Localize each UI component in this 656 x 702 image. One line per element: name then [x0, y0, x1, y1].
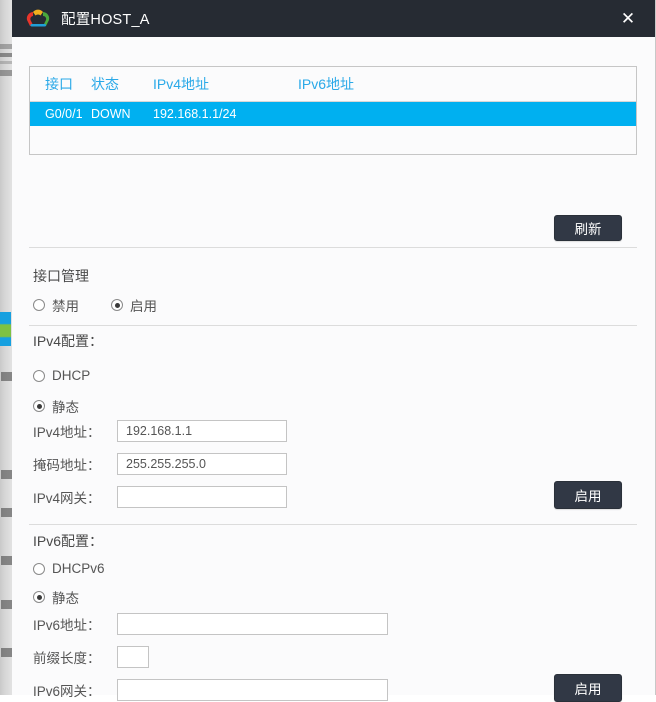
ipv6-gateway-row: IPv6网关： — [33, 679, 388, 701]
background-text-fragment — [0, 61, 12, 64]
background-text-fragment — [0, 53, 12, 57]
ipv6-prefix-length-input[interactable] — [117, 646, 149, 668]
column-header-interface: 接口 — [45, 76, 73, 92]
ipv4-address-label: IPv4地址： — [33, 425, 101, 440]
ipv4-address-input[interactable] — [117, 420, 287, 442]
ipv6-address-input[interactable] — [117, 613, 388, 635]
radio-circle-icon — [33, 369, 45, 382]
section-divider — [29, 247, 637, 248]
close-icon[interactable]: ✕ — [601, 0, 655, 37]
background-text-fragment — [1, 648, 12, 657]
background-text-fragment — [1, 470, 12, 479]
radio-interface-enable[interactable]: 启用 — [111, 295, 157, 315]
radio-ipv4-static[interactable]: 静态 — [33, 396, 79, 416]
table-row[interactable]: G0/0/1 DOWN 192.168.1.1/24 — [30, 102, 636, 126]
column-header-ipv6: IPv6地址 — [298, 76, 355, 92]
radio-circle-checked-icon — [111, 299, 123, 311]
cell-ipv4: 192.168.1.1/24 — [153, 107, 237, 121]
ipv4-apply-button[interactable]: 启用 — [554, 481, 622, 509]
ipv6-prefix-length-row: 前缀长度： — [33, 646, 149, 668]
ipv6-apply-button[interactable]: 启用 — [554, 674, 622, 702]
section-divider — [29, 524, 637, 525]
radio-label: 静态 — [52, 400, 79, 415]
interface-management-label: 接口管理 — [33, 268, 89, 284]
cloud-icon — [26, 9, 50, 26]
radio-ipv6-dhcpv6[interactable]: DHCPv6 — [33, 561, 105, 576]
radio-label: 静态 — [52, 591, 79, 606]
ipv4-mask-row: 掩码地址： — [33, 453, 287, 475]
radio-circle-checked-icon — [33, 400, 45, 412]
radio-label: 启用 — [130, 299, 157, 314]
interface-management-radio-group: 禁用 启用 — [33, 295, 157, 315]
cell-status: DOWN — [91, 107, 131, 121]
radio-label: DHCPv6 — [52, 561, 105, 576]
ipv6-gateway-label: IPv6网关： — [33, 684, 101, 699]
table-header-row: 接口 状态 IPv4地址 IPv6地址 — [30, 67, 636, 102]
background-device-icon — [0, 312, 11, 346]
dialog-title-bar: 配置HOST_A ✕ — [12, 0, 655, 37]
radio-label: 禁用 — [52, 299, 79, 314]
ipv4-gateway-label: IPv4网关： — [33, 491, 101, 506]
ipv4-mask-input[interactable] — [117, 453, 287, 475]
cell-interface: G0/0/1 — [45, 107, 83, 121]
ipv4-gateway-row: IPv4网关： — [33, 486, 287, 508]
ipv4-gateway-input[interactable] — [117, 486, 287, 508]
background-text-fragment — [1, 600, 12, 609]
ipv6-gateway-input[interactable] — [117, 679, 388, 701]
radio-circle-checked-icon — [33, 591, 45, 603]
ipv6-mode-dhcpv6-group: DHCPv6 — [33, 561, 105, 576]
ipv6-prefix-length-label: 前缀长度： — [33, 651, 101, 666]
ipv6-address-label: IPv6地址： — [33, 618, 101, 633]
ipv4-mode-dhcp-group: DHCP — [33, 368, 90, 383]
configure-host-dialog: 配置HOST_A ✕ 接口 状态 IPv4地址 IPv6地址 G0/0/1 DO… — [12, 0, 656, 702]
background-text-fragment — [1, 556, 12, 565]
radio-label: DHCP — [52, 368, 91, 383]
ipv4-config-label: IPv4配置： — [33, 333, 104, 349]
ipv4-mask-label: 掩码地址： — [33, 458, 101, 473]
ipv4-address-row: IPv4地址： — [33, 420, 287, 442]
refresh-button[interactable]: 刷新 — [554, 215, 622, 241]
radio-circle-icon — [33, 299, 45, 311]
column-header-status: 状态 — [91, 76, 119, 92]
background-text-fragment — [1, 372, 12, 381]
background-window-strip — [0, 0, 12, 695]
column-header-ipv4: IPv4地址 — [153, 76, 210, 92]
ipv6-mode-static-group: 静态 — [33, 587, 79, 607]
section-divider — [29, 325, 637, 326]
interface-table: 接口 状态 IPv4地址 IPv6地址 G0/0/1 DOWN 192.168.… — [29, 66, 637, 155]
table-empty-row — [30, 126, 636, 154]
dialog-title: 配置HOST_A — [61, 12, 150, 28]
background-text-fragment — [0, 70, 12, 76]
ipv4-mode-static-group: 静态 — [33, 396, 79, 416]
radio-interface-disable[interactable]: 禁用 — [33, 295, 79, 315]
radio-ipv4-dhcp[interactable]: DHCP — [33, 368, 90, 383]
background-text-fragment — [0, 44, 12, 49]
radio-circle-icon — [33, 562, 45, 575]
radio-ipv6-static[interactable]: 静态 — [33, 587, 79, 607]
background-text-fragment — [1, 508, 12, 517]
ipv6-address-row: IPv6地址： — [33, 613, 388, 635]
ipv6-config-label: IPv6配置： — [33, 533, 104, 549]
dialog-body: 接口 状态 IPv4地址 IPv6地址 G0/0/1 DOWN 192.168.… — [12, 37, 655, 702]
